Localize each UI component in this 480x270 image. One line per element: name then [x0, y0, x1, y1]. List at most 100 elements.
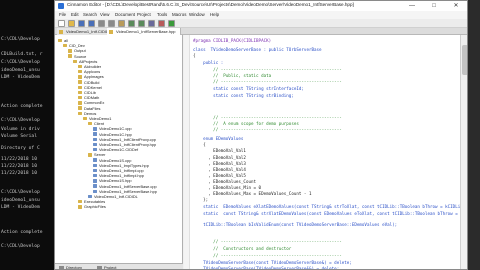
folder-icon	[78, 106, 82, 110]
console-line: Action complete	[1, 230, 43, 235]
console-line: 11/22/2018 10	[1, 164, 37, 169]
code-line: // -------------------------------------…	[193, 67, 342, 72]
open-folder-icon[interactable]	[68, 20, 75, 27]
folder-icon	[78, 64, 82, 69]
code-line: static const TString strInterfaceId;	[193, 86, 304, 91]
file-icon	[93, 142, 97, 147]
folder-icon	[88, 121, 92, 126]
cut-icon[interactable]	[98, 20, 105, 27]
menu-file[interactable]: File	[59, 12, 66, 17]
file-icon	[93, 184, 97, 188]
build-icon[interactable]	[158, 20, 165, 27]
console-line: C:\CDL\Develop	[1, 60, 40, 65]
code-line: {	[193, 53, 196, 58]
code-line: , EDemoValues_Min = 0	[193, 185, 262, 190]
tab-label: VideoDemo1_IntfServerBase.hpp	[116, 29, 176, 34]
save-all-icon[interactable]	[88, 20, 95, 27]
code-line: // -------------------------------------…	[193, 239, 342, 244]
menu-view[interactable]: View	[100, 12, 109, 17]
background-window	[468, 0, 480, 270]
undo-icon[interactable]	[128, 20, 135, 27]
code-line: TVideoDemoServerBase(const TVideoDemoSer…	[193, 260, 352, 265]
code-line: {	[193, 142, 206, 147]
folder-icon	[58, 38, 62, 43]
tab-1[interactable]: VideoDemo1_IntfServerBase.hpp	[107, 28, 181, 35]
tree-bottom-tabs: Directory Project	[55, 263, 183, 270]
folder-icon	[63, 43, 67, 48]
folder-icon	[78, 95, 82, 100]
menu-document[interactable]: Document	[115, 12, 135, 17]
file-icon	[109, 29, 113, 34]
file-icon	[93, 132, 97, 136]
file-icon	[93, 163, 97, 167]
tab-bar: VideoDemo1_Intf.CIDIDL VideoDemo1_IntfSer…	[55, 28, 467, 35]
console-line: C:\CDL\Develop	[1, 118, 40, 123]
code-line: // -------------------------------------…	[193, 115, 342, 120]
folder-icon	[68, 54, 72, 58]
code-line: class TVideoDemoServerBase : public TOrb…	[193, 47, 322, 52]
code-line: tCIDLib::TBoolean bIsValidEnum(const TVi…	[193, 222, 398, 227]
maximize-button[interactable]: □	[423, 1, 445, 11]
code-line: , EDemoVal_Val5	[193, 173, 246, 178]
code-editor[interactable]: #pragma CIDLIB_PACK(CIDLIBPACK) class TVi…	[184, 35, 460, 270]
bottom-tab-directory[interactable]: Directory	[59, 265, 82, 269]
file-icon	[93, 137, 97, 141]
console-line: Volume Serial	[1, 134, 37, 139]
code-line: // Constructors and destructor	[193, 246, 292, 251]
ide-window[interactable]: Cinnamon Editor - [D:\CDL\Develop\BestRa…	[54, 0, 468, 270]
code-line: static EDemoValues eXlatEDemoValues(cons…	[193, 204, 460, 209]
menu-macros[interactable]: Macros	[172, 12, 186, 17]
file-icon	[93, 147, 97, 152]
code-line: EDemoVal_Val1	[193, 148, 246, 153]
code-line: , EDemoVal_Val4	[193, 167, 246, 172]
folder-icon	[73, 59, 77, 63]
file-icon	[93, 127, 97, 131]
vertical-scrollbar[interactable]	[460, 35, 467, 269]
folder-icon	[78, 85, 82, 89]
file-icon	[93, 189, 97, 193]
find-icon[interactable]	[148, 20, 155, 27]
menu-search[interactable]: Search	[83, 12, 97, 17]
bottom-tab-label: Project	[104, 265, 117, 270]
tree-item[interactable]: GraphicFiles	[78, 204, 106, 209]
console-line: 11/22/2018 10	[1, 157, 37, 162]
window-title: Cinnamon Editor - [D:\CDL\Develop\BestRa…	[67, 2, 354, 7]
menu-bar: File Edit Search View Document Project Tools Ma…	[55, 11, 467, 19]
console-line: C:\CDL\Develop	[1, 244, 40, 249]
code-line: enum EDemoValues	[193, 136, 244, 141]
minimize-button[interactable]: —	[401, 1, 423, 11]
console-line: C:\CDL\Develop	[1, 190, 40, 195]
directory-icon	[59, 265, 64, 269]
code-line: , EDemoVal_Val3	[193, 161, 246, 166]
folder-icon	[78, 111, 82, 115]
paste-icon[interactable]	[118, 20, 125, 27]
project-icon	[97, 265, 102, 269]
title-bar[interactable]: Cinnamon Editor - [D:\CDL\Develop\BestRa…	[55, 1, 467, 11]
new-file-icon[interactable]	[58, 20, 65, 27]
file-icon	[88, 194, 92, 199]
console-line: ideoDemo1_unsu	[1, 68, 40, 73]
code-line: public :	[193, 60, 224, 65]
bottom-tab-project[interactable]: Project	[97, 265, 117, 270]
menu-help[interactable]: Help	[210, 12, 219, 17]
folder-icon	[68, 49, 72, 53]
menu-edit[interactable]: Edit	[71, 12, 79, 17]
project-tree[interactable]: all CID_Dev Output Source AllProjects Alcbuil…	[55, 35, 183, 263]
close-button[interactable]: ✕	[445, 1, 467, 11]
menu-tools[interactable]: Tools	[157, 12, 167, 17]
redo-icon[interactable]	[138, 20, 145, 27]
folder-icon	[78, 75, 82, 79]
console-line: Directory of C	[1, 146, 40, 151]
code-line: // A enum scope for demo purposes	[193, 121, 299, 126]
save-icon[interactable]	[78, 20, 85, 27]
menu-project[interactable]: Project	[137, 12, 151, 17]
code-line: // -------------------------------------…	[193, 253, 342, 258]
code-line: , EDemoValues_Count	[193, 179, 257, 184]
menu-window[interactable]: Window	[189, 12, 205, 17]
console-line: Action complete	[1, 104, 43, 109]
copy-icon[interactable]	[108, 20, 115, 27]
run-icon[interactable]	[168, 20, 175, 27]
code-line: // -------------------------------------…	[193, 79, 342, 84]
console-line: Volume in driv	[1, 127, 40, 132]
code-line: TVideoDemoServerBase(TVideoDemoServerBas…	[193, 266, 340, 270]
